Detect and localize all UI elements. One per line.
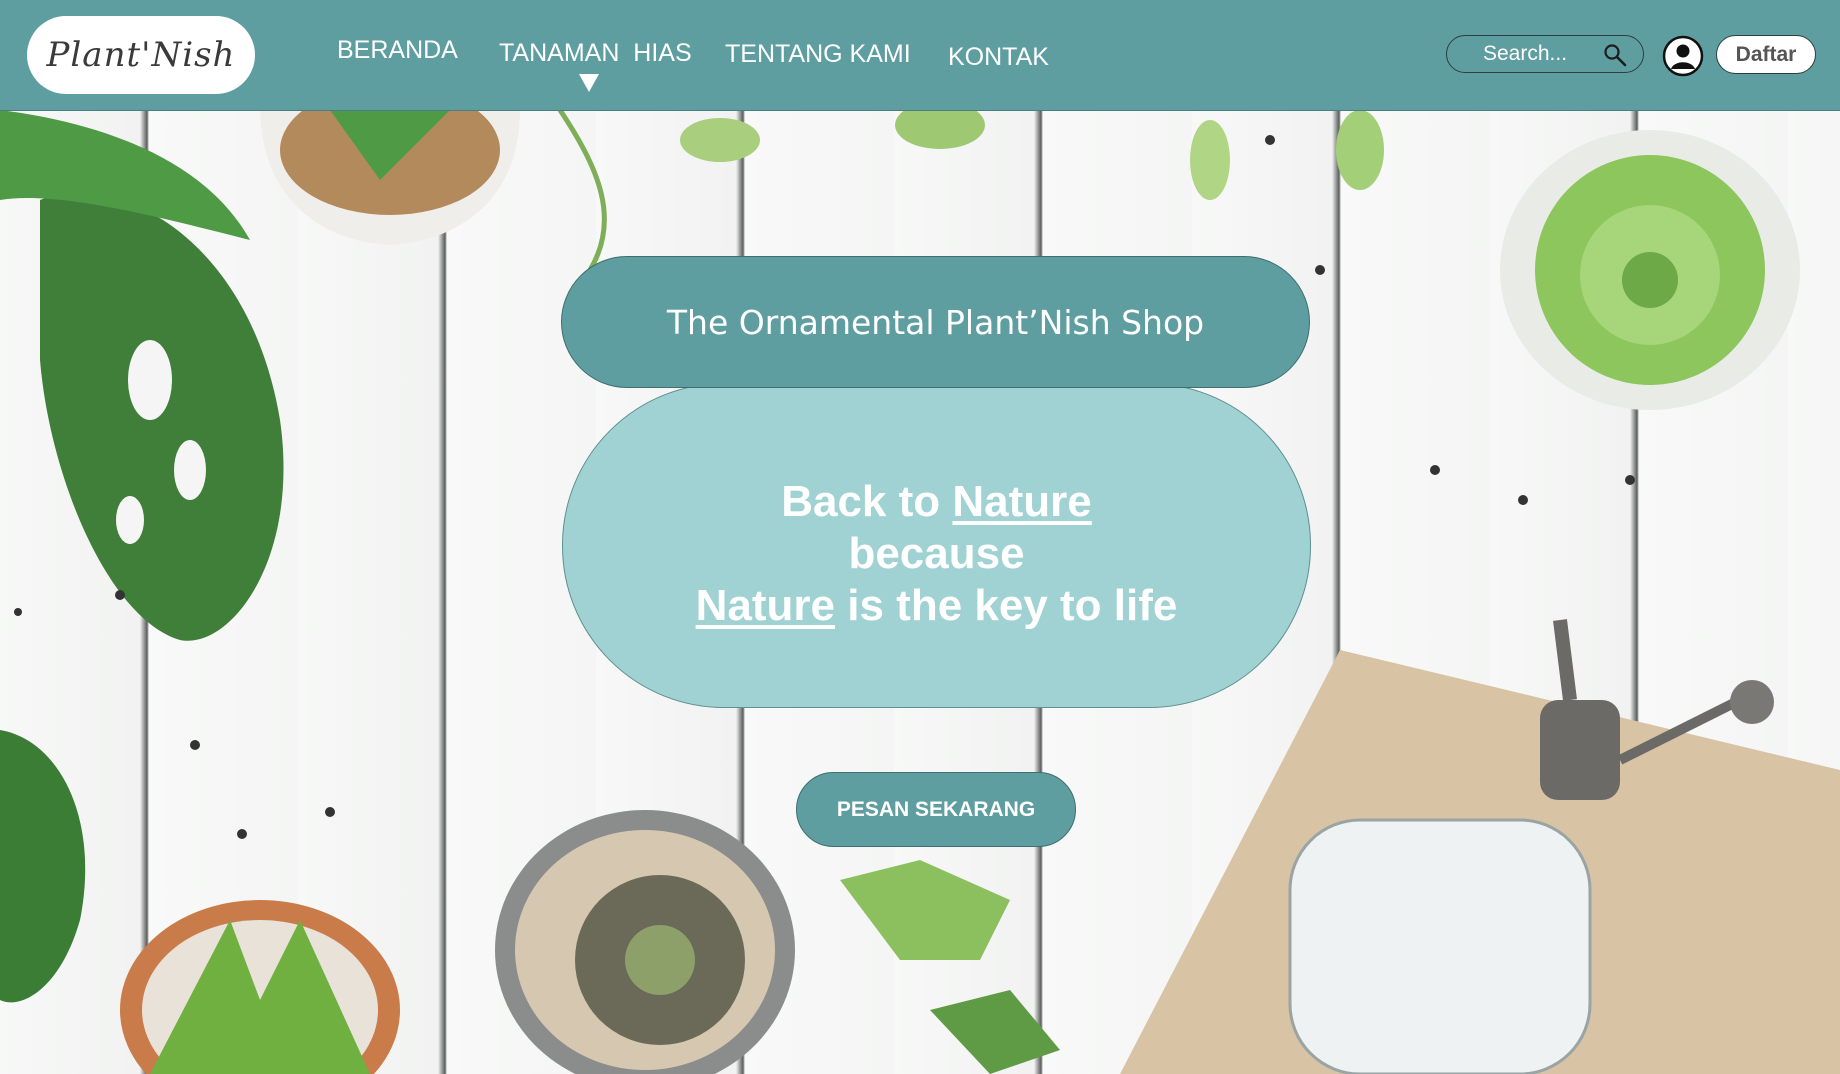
nav-item-tentang-kami[interactable]: TENTANG KAMI — [725, 40, 911, 69]
hero-tagline-pill: Back to Nature because Nature is the key… — [562, 383, 1311, 708]
brand-logo[interactable]: Plant'Nish — [27, 16, 255, 94]
brand-logo-text: Plant'Nish — [46, 35, 236, 75]
daftar-button[interactable]: Daftar — [1716, 35, 1816, 74]
nav-item-beranda[interactable]: BERANDA — [337, 36, 458, 65]
user-circle-icon[interactable] — [1662, 35, 1704, 77]
search-input[interactable] — [1483, 42, 1603, 66]
tagline-suffix: is the key to life — [835, 580, 1178, 630]
triangle-down-icon[interactable] — [579, 74, 599, 92]
tagline-line-1: Back to Nature — [781, 476, 1092, 528]
hero-title-pill: The Ornamental Plant’Nish Shop — [561, 256, 1310, 388]
nature-link-1[interactable]: Nature — [952, 477, 1091, 526]
pesan-sekarang-button[interactable]: PESAN SEKARANG — [796, 772, 1076, 847]
search-bar — [1446, 35, 1644, 73]
top-navbar: Plant'Nish BERANDA TANAMAN HIAS TENTANG … — [0, 0, 1840, 111]
magnifier-icon[interactable] — [1603, 43, 1627, 67]
nature-link-2[interactable]: Nature — [696, 581, 835, 630]
nav-item-kontak[interactable]: KONTAK — [948, 43, 1049, 72]
tagline-line-3: Nature is the key to life — [696, 580, 1178, 632]
tagline-prefix: Back to — [781, 476, 953, 526]
hero-title: The Ornamental Plant’Nish Shop — [666, 302, 1205, 342]
tagline-line-2: because — [848, 528, 1025, 578]
nav-item-tanaman-hias[interactable]: TANAMAN HIAS — [499, 39, 692, 68]
